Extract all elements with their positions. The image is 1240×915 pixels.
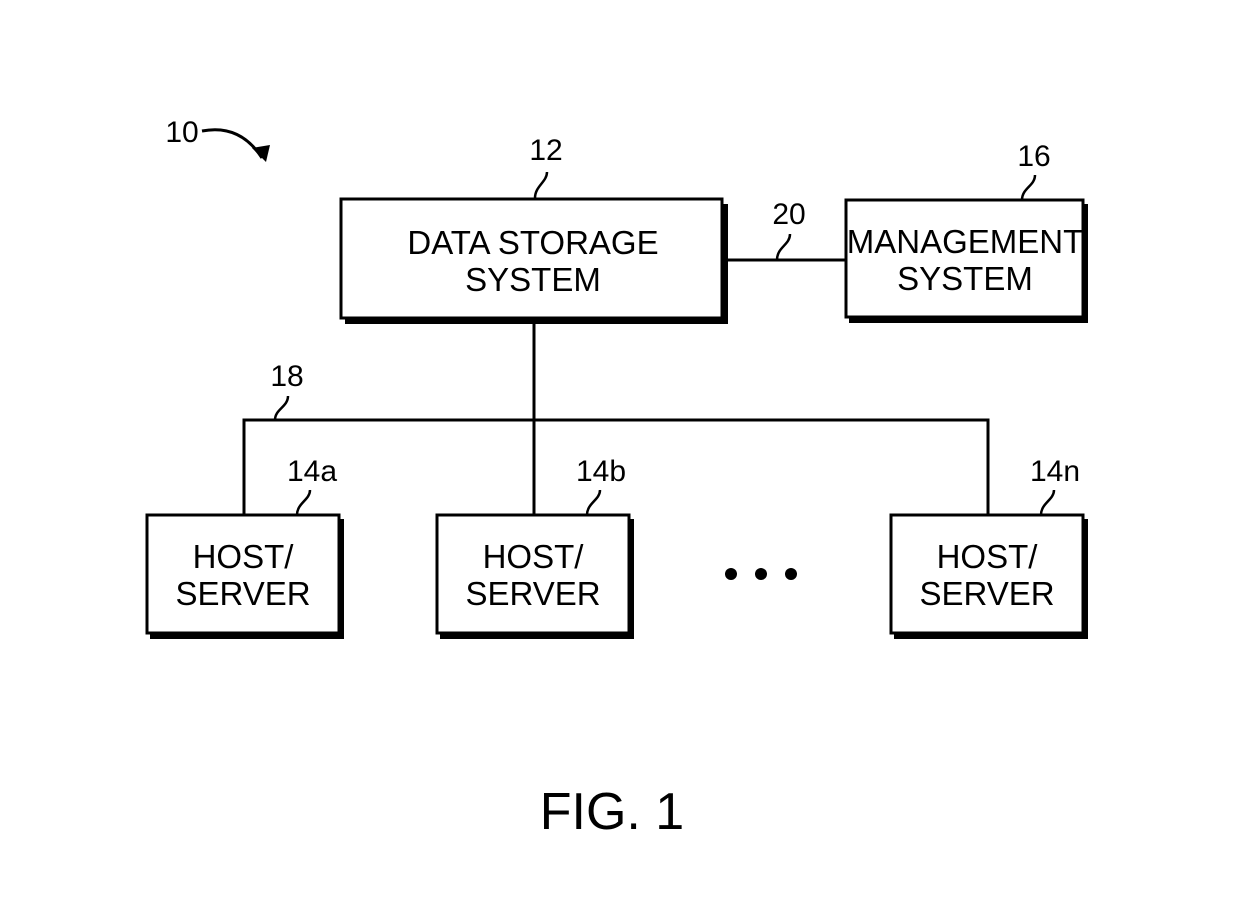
host-b-label-line1: HOST/ — [483, 538, 585, 575]
host-server-node-b: HOST/ SERVER — [435, 513, 634, 639]
arrowhead-icon — [252, 145, 270, 162]
management-leader — [1020, 174, 1037, 201]
host-server-node-a: HOST/ SERVER — [145, 513, 344, 639]
management-link-ref-label: 20 — [772, 198, 805, 231]
data-storage-system-node: DATA STORAGE SYSTEM — [339, 197, 728, 324]
host-b-leader — [585, 489, 602, 516]
host-a-label-line2: SERVER — [175, 575, 310, 612]
host-bus-leader — [273, 395, 290, 421]
more-hosts-ellipsis — [725, 568, 797, 580]
management-label-line1: MANAGEMENT — [847, 223, 1084, 260]
system-diagram: 10 DATA STORAGE SYSTEM 12 MANAGEMENT SYS… — [145, 116, 1088, 841]
host-a-leader — [295, 489, 312, 516]
system-ref-label: 10 — [165, 116, 198, 149]
host-n-label-line1: HOST/ — [937, 538, 1039, 575]
data-storage-label-line1: DATA STORAGE — [407, 224, 658, 261]
management-system-node: MANAGEMENT SYSTEM — [844, 198, 1088, 323]
data-storage-ref-label: 12 — [529, 134, 562, 167]
host-n-label-line2: SERVER — [919, 575, 1054, 612]
management-link-leader — [775, 233, 792, 261]
host-server-node-n: HOST/ SERVER — [889, 513, 1088, 639]
host-b-label-line2: SERVER — [465, 575, 600, 612]
host-b-ref-label: 14b — [576, 455, 626, 488]
host-a-label-line1: HOST/ — [193, 538, 295, 575]
host-bus-ref-label: 18 — [270, 360, 303, 393]
figure-caption: FIG. 1 — [540, 783, 684, 841]
host-a-ref-label: 14a — [287, 455, 337, 488]
data-storage-leader — [533, 171, 549, 199]
management-ref-label: 16 — [1017, 140, 1050, 173]
management-label-line2: SYSTEM — [897, 260, 1033, 297]
system-ref-arrow — [201, 128, 264, 159]
data-storage-label-line2: SYSTEM — [465, 261, 601, 298]
host-n-ref-label: 14n — [1030, 455, 1080, 488]
host-n-leader — [1039, 489, 1056, 516]
